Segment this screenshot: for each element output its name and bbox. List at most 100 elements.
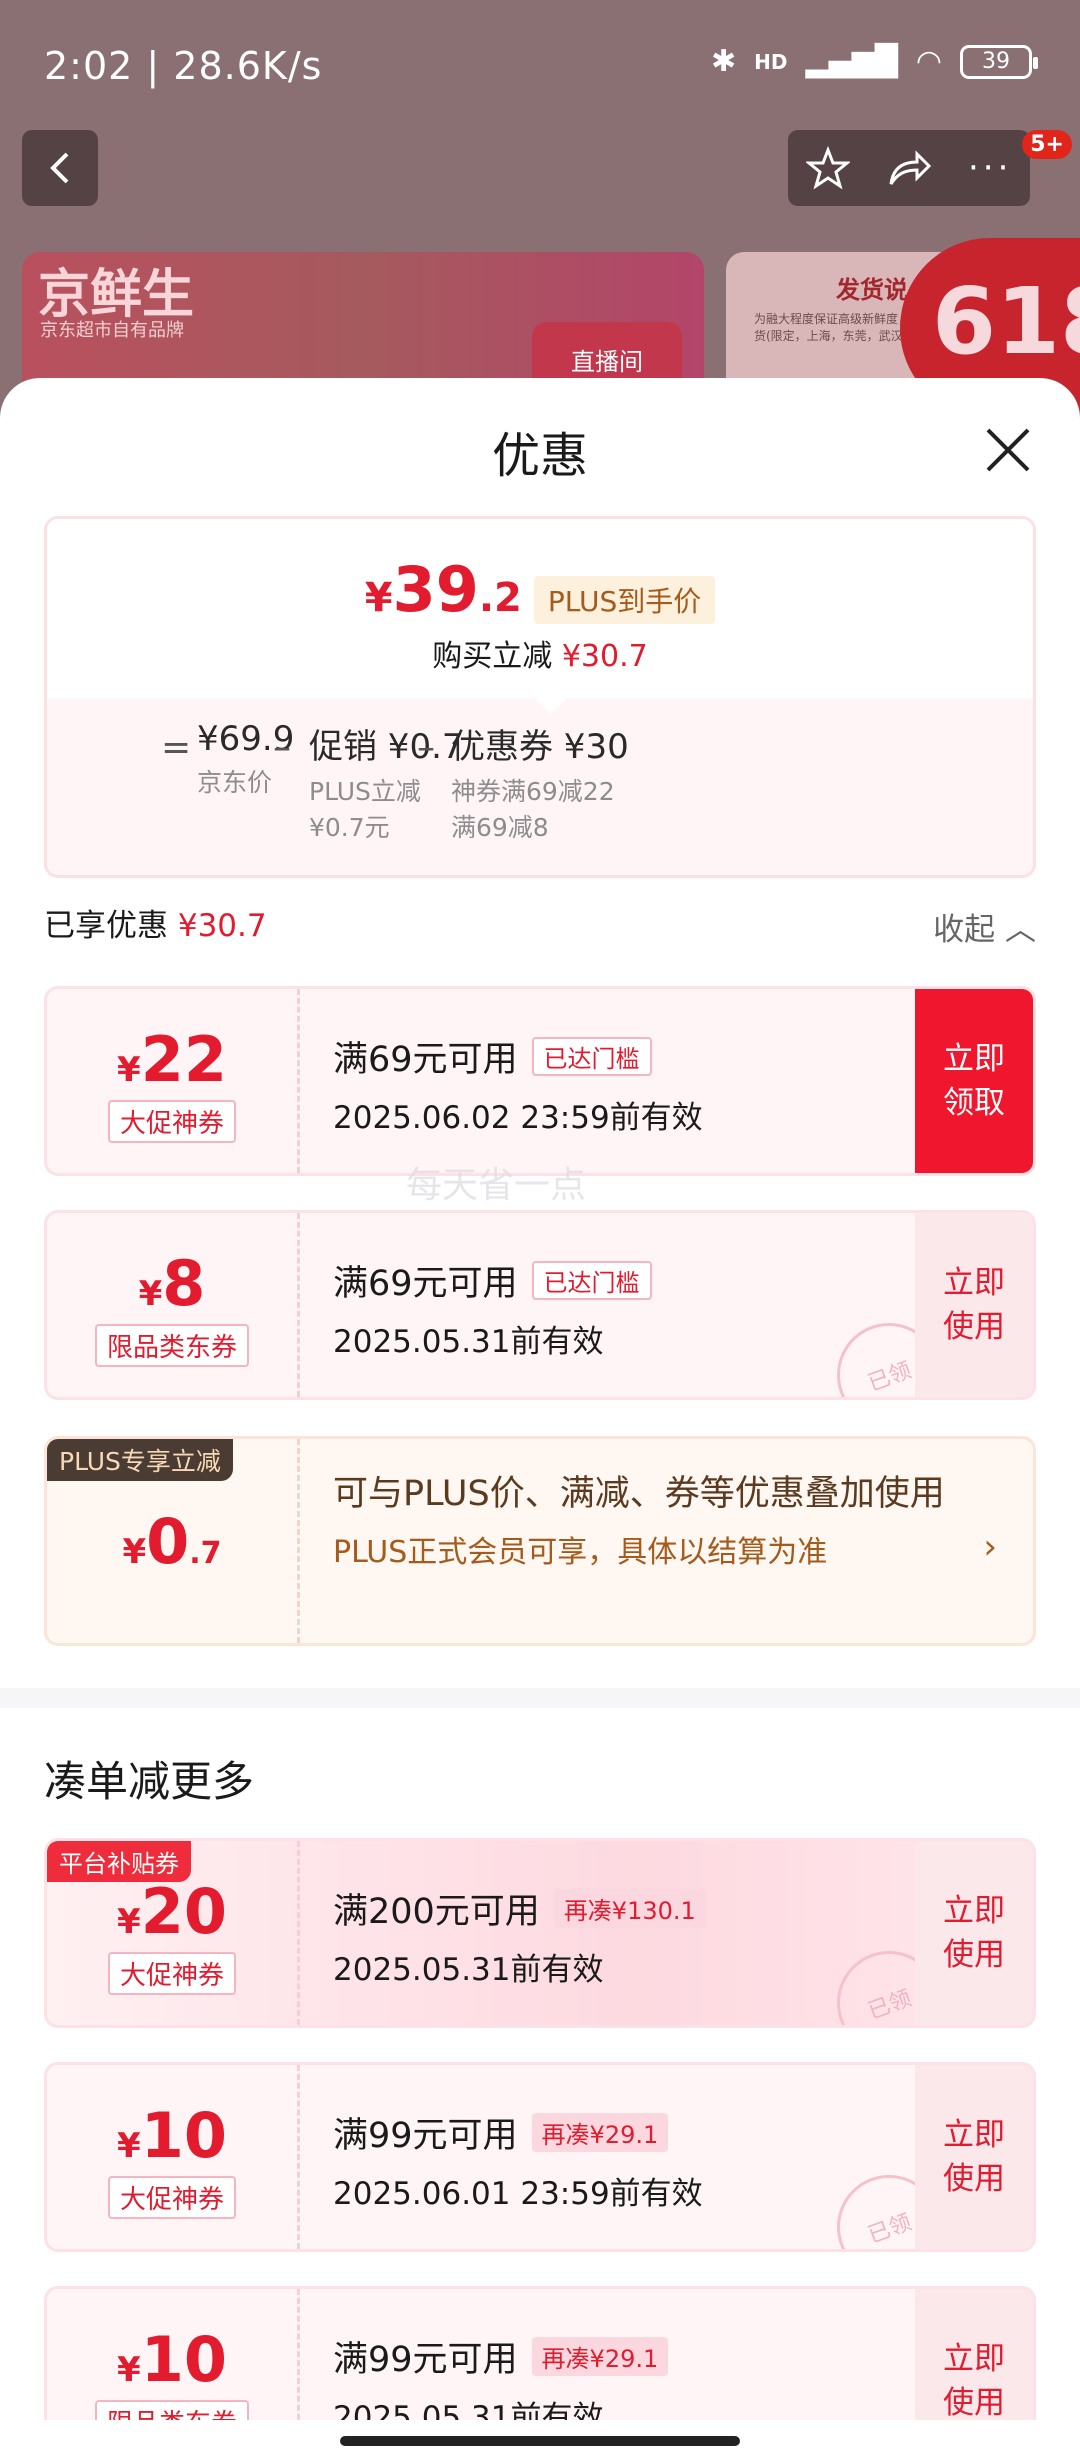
coupon-amount: 10	[140, 2323, 227, 2396]
coupon-currency: ¥	[117, 1050, 141, 1090]
chevron-up-icon: ︿	[1005, 912, 1036, 948]
coupon-details: 满69元可用 已达门槛 2025.05.31前有效	[333, 1255, 652, 1361]
collapse-label: 收起	[933, 912, 996, 948]
instant-cut-label: 购买立减	[432, 639, 553, 674]
coupon-divider	[297, 1213, 300, 1397]
enjoyed-amount: ¥30.7	[177, 908, 267, 944]
coupon-column: 优惠券 ¥30 神券满69减22 满69减8	[451, 719, 629, 846]
price-summary-card: ¥39.2 PLUS到手价 购买立减 ¥30.7 = ¥69.9 京东价 – 促…	[44, 516, 1036, 878]
coupon-shortfall-badge: 再凑¥29.1	[531, 2113, 669, 2152]
coupon-details: 满99元可用 再凑¥29.1 2025.06.01 23:59前有效	[333, 2107, 703, 2213]
chevron-right-icon: ›	[983, 1527, 997, 1567]
coupon-amount: 20	[140, 1875, 227, 1948]
coupon-condition: 满99元可用	[333, 2340, 518, 2380]
coupon-card: ¥10 大促神券 满99元可用 再凑¥29.1 2025.06.01 23:59前…	[44, 2062, 1036, 2252]
coupon-divider	[297, 2065, 300, 2249]
discount-sheet: 优惠 ¥39.2 PLUS到手价 购买立减 ¥30.7 = ¥69.9 京东价 …	[0, 378, 1080, 2460]
banner-right-title: 发货说	[836, 276, 908, 304]
coupon-threshold-badge: 已达门槛	[531, 1037, 652, 1076]
coupon-value: ¥22 大促神券	[47, 989, 297, 1173]
coupon-divider	[297, 1841, 300, 2025]
coupon-type-tag: 限品类东券	[94, 1324, 249, 1367]
coupon-card: ¥8 限品类东券 满69元可用 已达门槛 2025.05.31前有效 已领 立即使…	[44, 1210, 1036, 1400]
instant-cut-row: 购买立减 ¥30.7	[47, 631, 1033, 675]
use-coupon-button[interactable]: 立即 使用	[915, 1841, 1033, 2025]
enjoyed-label: 已享优惠	[44, 908, 168, 944]
coupon-shortfall-badge: 再凑¥29.1	[531, 2337, 669, 2376]
plus-price-tag: PLUS到手价	[533, 576, 716, 624]
wifi-icon: ◠	[915, 44, 942, 79]
signal-icon: ▂▄▆█	[805, 44, 898, 79]
promo-sub1: PLUS立减	[309, 777, 421, 806]
home-indicator[interactable]	[340, 2436, 740, 2446]
plus-discount-card[interactable]: PLUS专享立减 ¥0.7 可与PLUS价、满减、券等优惠叠加使用 PLUS正式…	[44, 1436, 1036, 1646]
plus-amount-int: 0	[146, 1505, 190, 1578]
coupon-amount: 8	[162, 1247, 206, 1320]
coupon-validity: 2025.05.31前有效	[333, 1324, 604, 1360]
banner-right-subtitle: 为融大程度保证高级新鲜度，发货(限定，上海，东莞，武汉)	[754, 312, 923, 343]
promo-sub2: ¥0.7元	[309, 813, 390, 842]
use-coupon-button[interactable]: 立即 使用	[915, 1213, 1033, 1397]
plus-currency: ¥	[122, 1532, 147, 1572]
coupon-condition: 满69元可用	[333, 1264, 518, 1304]
coupon-type-tag: 大促神券	[107, 1952, 236, 1995]
enjoyed-discount: 已享优惠 ¥30.7	[44, 900, 267, 945]
sheet-title: 优惠	[491, 428, 588, 484]
watermark: 每天省一点	[406, 1165, 587, 1206]
coupon-amount: 优惠券 ¥30	[451, 727, 629, 767]
coupon-validity: 2025.06.01 23:59前有效	[333, 2176, 703, 2212]
coupon-amount: 22	[140, 1023, 227, 1096]
coupon-currency: ¥	[117, 2126, 141, 2166]
coupon-currency: ¥	[117, 1902, 141, 1942]
section-gap	[0, 1688, 1080, 1708]
coupon-validity: 2025.06.02 23:59前有效	[333, 1100, 703, 1136]
coupon-validity: 2025.05.31前有效	[333, 1952, 604, 1988]
close-icon[interactable]	[980, 422, 1036, 478]
battery-icon: 39	[960, 44, 1038, 79]
message-badge: 5+	[1022, 130, 1072, 159]
promo-amount: 促销 ¥0.7	[309, 727, 464, 767]
final-price: ¥39.2	[365, 553, 522, 626]
coupon-type-tag: 大促神券	[107, 2176, 236, 2219]
bluetooth-icon: ✱	[711, 44, 737, 79]
star-icon[interactable]	[805, 146, 850, 190]
signal-label: HD	[754, 49, 788, 74]
minus-sign-2: –	[417, 727, 435, 768]
back-button[interactable]	[22, 130, 98, 206]
coupon-type-tag: 大促神券	[107, 1100, 236, 1143]
instant-cut-amount: ¥30.7	[561, 639, 648, 674]
coupon-card: ¥22 大促神券 满69元可用 已达门槛 2025.06.02 23:59前有效 …	[44, 986, 1036, 1176]
plus-description: 可与PLUS价、满减、券等优惠叠加使用	[333, 1474, 945, 1514]
system-icons: ✱ HD ▂▄▆█ ◠ 39	[711, 44, 1038, 79]
collapse-button[interactable]: 收起 ︿	[933, 904, 1036, 949]
coupon-condition: 满200元可用	[333, 1892, 540, 1932]
coupon-shortfall-badge: 再凑¥130.1	[553, 1889, 706, 1928]
price-currency: ¥	[364, 575, 393, 621]
coupon-condition: 满69元可用	[333, 1040, 518, 1080]
more-icon[interactable]: ···	[968, 148, 1012, 188]
coupon-value: ¥20 大促神券	[47, 1841, 297, 2025]
status-bar: 2:02 | 28.6K/s ✱ HD ▂▄▆█ ◠ 39	[0, 0, 1080, 130]
coupon-value: ¥8 限品类东券	[47, 1213, 297, 1397]
plus-value: ¥0.7	[47, 1439, 297, 1643]
plus-divider	[297, 1439, 300, 1643]
coupon-condition: 满99元可用	[333, 2116, 518, 2156]
status-time: 2:02 | 28.6K/s	[44, 44, 323, 88]
plus-note: PLUS正式会员可享，具体以结算为准	[333, 1535, 828, 1570]
coupon-details: 满69元可用 已达门槛 2025.06.02 23:59前有效	[333, 1031, 703, 1137]
more-coupons-title: 凑单减更多	[44, 1757, 255, 1806]
jd-price-label: 京东价	[197, 768, 273, 797]
minus-sign-1: –	[273, 727, 291, 768]
claim-coupon-button[interactable]: 立即 领取	[915, 989, 1033, 1173]
plus-amount-dec: .7	[189, 1536, 222, 1571]
coupon-details: 满200元可用 再凑¥130.1 2025.05.31前有效	[333, 1883, 706, 1989]
share-icon[interactable]	[885, 146, 933, 190]
coupon-sub2: 满69减8	[451, 813, 549, 842]
coupon-divider	[297, 989, 300, 1173]
chevron-left-icon	[50, 152, 69, 184]
use-coupon-button[interactable]: 立即 使用	[915, 2065, 1033, 2249]
coupon-currency: ¥	[138, 1274, 163, 1314]
coupon-currency: ¥	[117, 2350, 141, 2390]
final-price-row: ¥39.2 PLUS到手价	[47, 553, 1033, 626]
promo-column: 促销 ¥0.7 PLUS立减 ¥0.7元	[309, 719, 464, 846]
